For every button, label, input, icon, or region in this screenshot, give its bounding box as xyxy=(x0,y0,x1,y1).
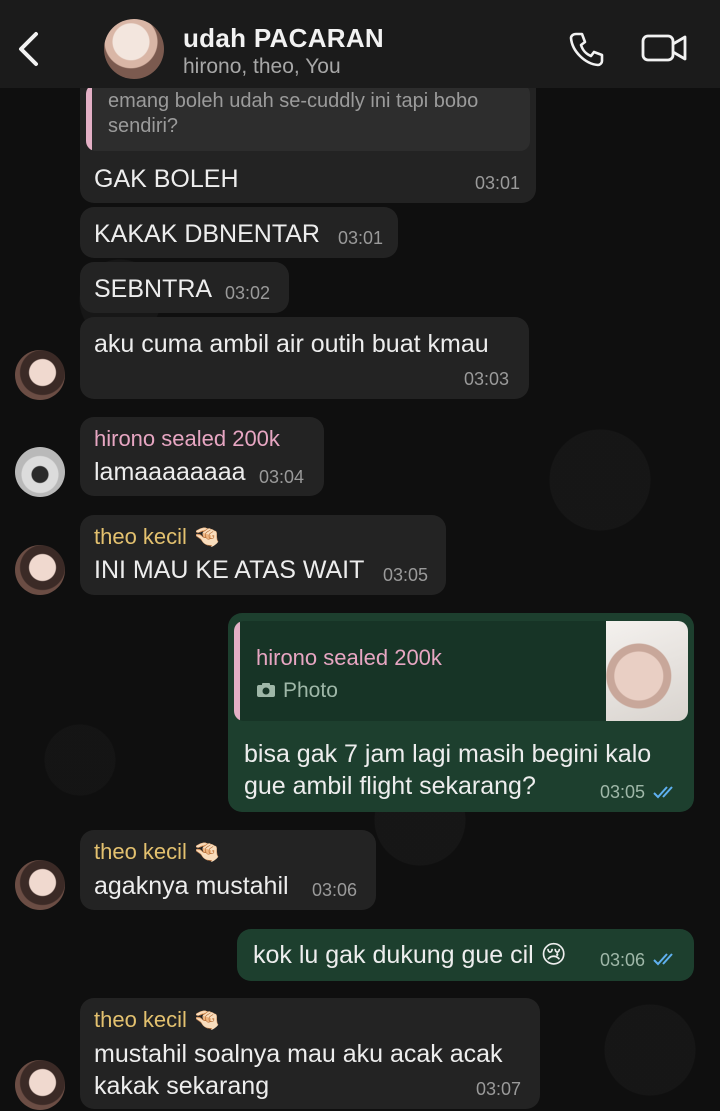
message-bubble-incoming[interactable]: theo kecil 🤏🏻 mustahil soalnya mau aku a… xyxy=(80,998,540,1109)
read-receipt-icon xyxy=(653,953,673,966)
read-receipt-icon xyxy=(653,786,673,799)
message-text-line: gue ambil flight sekarang? xyxy=(244,772,536,800)
message-bubble-incoming[interactable]: aku cuma ambil air outih buat kmau 03:03 xyxy=(80,317,529,399)
message-text-line: bisa gak 7 jam lagi masih begini kalo xyxy=(244,740,652,768)
group-avatar[interactable] xyxy=(104,19,164,79)
message-bubble-outgoing[interactable]: hirono sealed 200k Photo bisa gak 7 jam … xyxy=(228,613,694,812)
message-text: lamaaaaaaaa xyxy=(94,458,246,486)
message-text: kok lu gak dukung gue cil 😢 xyxy=(253,941,567,969)
message-bubble-incoming[interactable]: hirono sealed 200k lamaaaaaaaa 03:04 xyxy=(80,417,324,496)
sender-name[interactable]: theo kecil 🤏🏻 xyxy=(94,1007,220,1033)
message-time: 03:03 xyxy=(464,369,510,389)
message-bubble-incoming[interactable]: theo kecil 🤏🏻 agaknya mustahil 03:06 xyxy=(80,830,376,910)
message-text: agaknya mustahil xyxy=(94,872,289,900)
camera-icon xyxy=(257,683,275,697)
message-text: INI MAU KE ATAS WAIT xyxy=(94,556,365,584)
message-bubble-incoming[interactable]: SEBNTRA 03:02 xyxy=(80,262,289,313)
message-text: SEBNTRA xyxy=(94,275,213,303)
message-time: 03:01 xyxy=(338,228,384,248)
video-call-icon[interactable] xyxy=(641,30,687,66)
message-text: aku cuma ambil air outih buat kmau xyxy=(94,330,489,358)
message-bubble-incoming[interactable]: theo kecil 🤏🏻 INI MAU KE ATAS WAIT 03:05 xyxy=(80,515,446,595)
message-text: KAKAK DBNENTAR xyxy=(94,220,320,248)
message-text-line: mustahil soalnya mau aku acak acak xyxy=(94,1040,503,1068)
quote-accent-bar xyxy=(234,621,240,721)
message-time: 03:01 xyxy=(475,173,521,193)
message-time: 03:04 xyxy=(259,467,305,487)
sender-avatar[interactable] xyxy=(15,860,65,910)
quoted-message[interactable]: emang boleh udah se-cuddly ini tapi bobo… xyxy=(86,84,530,151)
message-text: GAK BOLEH xyxy=(94,165,239,193)
quoted-text: emang boleh udah se-cuddly ini tapi bobo… xyxy=(108,90,479,137)
message-time: 03:07 xyxy=(476,1079,522,1099)
sender-avatar[interactable] xyxy=(15,447,65,497)
message-time: 03:05 xyxy=(600,782,646,802)
message-text-line: kakak sekarang xyxy=(94,1072,270,1100)
sender-name[interactable]: theo kecil 🤏🏻 xyxy=(94,524,220,550)
quoted-photo-thumbnail[interactable] xyxy=(606,621,688,721)
quote-accent-bar xyxy=(86,84,92,151)
message-time: 03:05 xyxy=(383,565,429,585)
phone-call-icon[interactable] xyxy=(568,30,606,68)
sender-name[interactable]: hirono sealed 200k xyxy=(94,426,280,452)
sender-avatar[interactable] xyxy=(15,545,65,595)
message-bubble-incoming[interactable]: KAKAK DBNENTAR 03:01 xyxy=(80,207,398,258)
message-time: 03:06 xyxy=(600,950,646,970)
quoted-sender: hirono sealed 200k xyxy=(256,645,442,670)
sender-name[interactable]: theo kecil 🤏🏻 xyxy=(94,839,220,865)
quoted-photo-message[interactable]: hirono sealed 200k Photo xyxy=(234,621,688,721)
chat-header: udah PACARAN hirono, theo, You xyxy=(0,0,720,88)
group-members[interactable]: hirono, theo, You xyxy=(183,55,341,79)
sender-avatar[interactable] xyxy=(15,1060,65,1110)
quoted-media-label: Photo xyxy=(283,679,338,702)
sender-avatar[interactable] xyxy=(15,350,65,400)
group-title[interactable]: udah PACARAN xyxy=(183,23,384,54)
back-arrow-icon[interactable] xyxy=(12,26,48,72)
message-time: 03:06 xyxy=(312,880,358,900)
message-bubble-outgoing[interactable]: kok lu gak dukung gue cil 😢 03:06 xyxy=(237,929,694,981)
message-time: 03:02 xyxy=(225,283,271,303)
